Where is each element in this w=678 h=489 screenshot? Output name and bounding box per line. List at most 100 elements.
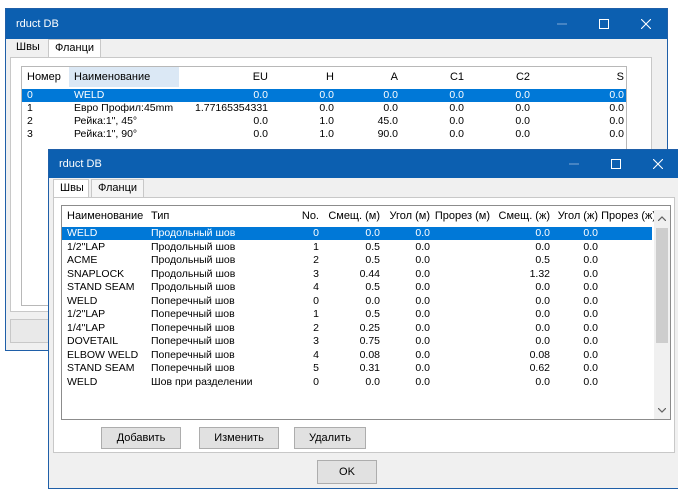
table-row[interactable]: 3 Рейка:1", 90° 0.0 1.0 90.0 0.0 0.0 0.0 xyxy=(22,128,626,141)
col-cut-f[interactable]: Прорез (ж) xyxy=(600,206,656,226)
table-cell: 0.62 xyxy=(529,362,550,374)
table-row[interactable]: 2 Рейка:1", 45° 0.0 1.0 45.0 0.0 0.0 0.0 xyxy=(22,115,626,128)
table-row[interactable]: WELD Продольный шов 0 0.0 0.0 0.0 0.0 xyxy=(62,227,652,240)
table-cell: 0.0 xyxy=(515,89,530,101)
front-seam-list[interactable]: Наименование Тип No. Смещ. (м) Угол (м) … xyxy=(61,205,671,420)
back-col-a[interactable]: A xyxy=(338,67,398,87)
table-cell: 0.0 xyxy=(515,128,530,140)
table-cell: Продольный шов xyxy=(151,240,236,253)
table-cell: 0.0 xyxy=(415,375,430,388)
table-row[interactable]: SNAPLOCK Продольный шов 3 0.44 0.0 1.32 0.0 xyxy=(62,268,652,281)
table-row[interactable]: ELBOW WELD Поперечный шов 4 0.08 0.0 0.08 0.0 xyxy=(62,349,652,362)
minimize-icon xyxy=(557,23,567,25)
table-row[interactable]: 1/4"LAP Поперечный шов 2 0.25 0.0 0.0 0.0 xyxy=(62,322,652,335)
scroll-thumb[interactable] xyxy=(656,228,668,343)
front-tab-seams[interactable]: Швы xyxy=(53,179,89,198)
table-cell: 4 xyxy=(313,281,319,293)
table-cell: 0 xyxy=(27,89,33,101)
table-cell: 0.0 xyxy=(583,267,598,280)
table-cell: 0.5 xyxy=(365,281,380,293)
table-cell: Продольный шов xyxy=(151,281,236,293)
table-cell: 0.75 xyxy=(359,335,380,347)
back-col-number[interactable]: Номер xyxy=(27,67,67,87)
front-maximize-button[interactable] xyxy=(595,150,637,178)
table-cell: 0.0 xyxy=(415,308,430,320)
table-cell: 0.0 xyxy=(583,321,598,334)
back-close-button[interactable] xyxy=(625,9,667,39)
table-cell: 1.77165354331 xyxy=(195,102,268,114)
vertical-scrollbar[interactable] xyxy=(654,210,670,419)
table-row[interactable]: ACME Продольный шов 2 0.5 0.0 0.5 0.0 xyxy=(62,254,652,267)
col-name[interactable]: Наименование xyxy=(67,206,147,226)
back-maximize-button[interactable] xyxy=(583,9,625,39)
table-cell: 0.0 xyxy=(415,335,430,347)
table-cell: 1.0 xyxy=(319,115,334,127)
table-cell: 0.0 xyxy=(415,321,430,334)
table-cell: WELD xyxy=(67,375,98,388)
back-col-eu[interactable]: EU xyxy=(180,67,268,87)
back-ok-button[interactable] xyxy=(10,319,50,343)
table-row[interactable]: DOVETAIL Поперечный шов 3 0.75 0.0 0.0 0.0 xyxy=(62,335,652,348)
back-col-s[interactable]: S xyxy=(534,67,624,87)
table-cell: 0.0 xyxy=(515,115,530,127)
front-close-button[interactable] xyxy=(637,150,678,178)
table-cell: 2 xyxy=(313,254,319,266)
table-cell: 0.0 xyxy=(253,89,268,101)
back-minimize-button[interactable] xyxy=(541,9,583,39)
col-type[interactable]: Тип xyxy=(151,206,291,226)
table-cell xyxy=(432,295,490,308)
maximize-icon xyxy=(599,19,609,29)
col-offset-m[interactable]: Смещ. (м) xyxy=(320,206,380,226)
table-cell: 0.08 xyxy=(529,348,550,361)
table-row[interactable]: 1/2"LAP Продольный шов 1 0.5 0.0 0.0 0.0 xyxy=(62,241,652,254)
front-tab-flanges[interactable]: Фланци xyxy=(91,179,145,197)
back-tab-flanges[interactable]: Фланци xyxy=(48,39,102,58)
table-cell: 0.0 xyxy=(415,281,430,293)
table-cell: ELBOW WELD xyxy=(67,348,139,361)
col-cut-m[interactable]: Прорез (м) xyxy=(432,206,490,226)
edit-button[interactable]: Изменить xyxy=(199,427,279,449)
table-row[interactable]: 1 Евро Профил:45mm 1.77165354331 0.0 0.0 0.0 0… xyxy=(22,102,626,115)
table-cell: Поперечный шов xyxy=(151,362,235,374)
table-row[interactable]: STAND SEAM Продольный шов 4 0.5 0.0 0.0 0.0 xyxy=(62,281,652,294)
scroll-up-button[interactable] xyxy=(654,212,670,225)
back-col-c2[interactable]: C2 xyxy=(468,67,530,87)
delete-button[interactable]: Удалить xyxy=(294,427,366,449)
table-row[interactable]: 1/2"LAP Поперечный шов 1 0.5 0.0 0.0 0.0 xyxy=(62,308,652,321)
back-window-title: rduct DB xyxy=(16,18,59,30)
table-cell: 0.0 xyxy=(415,254,430,266)
table-cell: 0.5 xyxy=(365,240,380,253)
chevron-down-icon xyxy=(658,408,666,413)
col-number[interactable]: No. xyxy=(293,206,319,226)
table-cell xyxy=(600,281,654,294)
back-tab-seams[interactable]: Швы xyxy=(10,39,46,57)
table-cell: Поперечный шов xyxy=(151,308,235,320)
col-offset-f[interactable]: Смещ. (ж) xyxy=(492,206,550,226)
table-cell: 0.0 xyxy=(583,254,598,266)
table-row[interactable]: 0 WELD 0.0 0.0 0.0 0.0 0.0 0.0 xyxy=(22,89,626,102)
col-angle-f[interactable]: Угол (ж) xyxy=(552,206,598,226)
add-button[interactable]: Добавить xyxy=(101,427,181,449)
ok-button[interactable]: OK xyxy=(317,460,377,484)
front-minimize-button[interactable] xyxy=(553,150,595,178)
table-cell: 1.0 xyxy=(319,128,334,140)
table-cell: Евро Профил:45mm xyxy=(74,102,174,114)
table-row[interactable]: WELD Поперечный шов 0 0.0 0.0 0.0 0.0 xyxy=(62,295,652,308)
maximize-icon xyxy=(611,159,621,169)
table-cell xyxy=(600,362,654,375)
back-col-name[interactable]: Наименование xyxy=(69,67,179,87)
table-cell: Продольный шов xyxy=(151,267,236,280)
back-col-c1[interactable]: C1 xyxy=(402,67,464,87)
scroll-down-button[interactable] xyxy=(654,404,670,417)
table-row[interactable]: STAND SEAM Поперечный шов 5 0.31 0.0 0.62 0.0 xyxy=(62,362,652,375)
table-cell: 0.0 xyxy=(415,240,430,253)
minimize-icon xyxy=(569,163,579,165)
table-cell: 0.0 xyxy=(535,281,550,293)
close-icon xyxy=(641,19,651,29)
table-cell: 0.0 xyxy=(415,267,430,280)
col-angle-m[interactable]: Угол (м) xyxy=(382,206,430,226)
table-cell: 45.0 xyxy=(377,115,398,127)
table-row[interactable]: WELD Шов при разделении 0 0.0 0.0 0.0 0.0 xyxy=(62,376,652,389)
back-col-h[interactable]: H xyxy=(272,67,334,87)
close-icon xyxy=(653,159,663,169)
